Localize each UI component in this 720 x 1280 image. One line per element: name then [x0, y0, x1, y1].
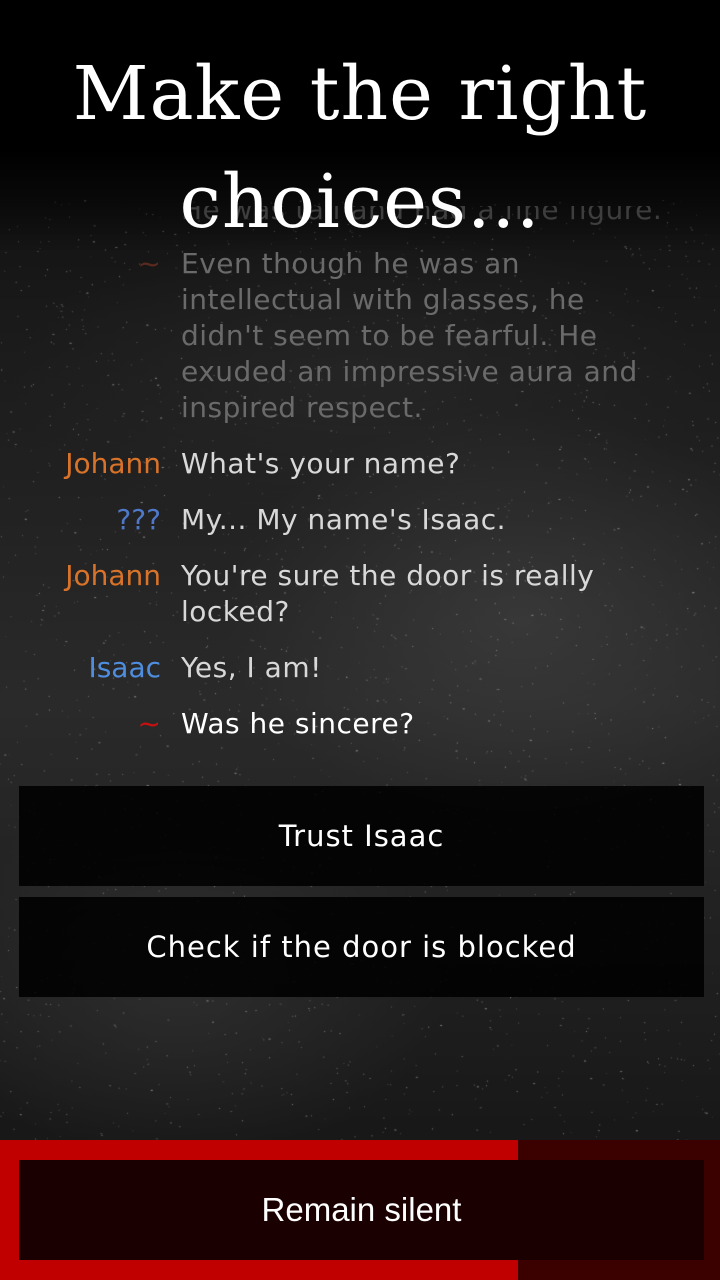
promo-headline: Make the right choices...	[0, 40, 720, 256]
speaker-name: ~	[137, 707, 161, 740]
dialogue-text: Was he sincere?	[181, 707, 415, 740]
dialogue-line: Johann You're sure the door is really loc…	[0, 558, 720, 630]
dialogue-text: You're sure the door is really locked?	[181, 559, 595, 628]
headline-line-1: Make the right	[72, 51, 648, 137]
choice-trust-isaac-button[interactable]: Trust Isaac	[19, 786, 704, 886]
dialogue-text: Yes, I am!	[181, 651, 322, 684]
speaker-name: Johann	[65, 447, 161, 480]
speaker-name: Johann	[65, 559, 161, 592]
speaker-name: Isaac	[88, 651, 161, 684]
choice-timer-bar: Remain silent	[0, 1140, 720, 1280]
dialogue-line: ??? My... My name's Isaac.	[0, 502, 720, 538]
remain-silent-button[interactable]: Remain silent	[19, 1160, 704, 1260]
dialogue-line: ~ Even though he was an intellectual with…	[0, 246, 720, 426]
dialogue-log: He was tall and had a fine figure. ~ Even …	[0, 206, 720, 762]
dialogue-text: What's your name?	[181, 447, 461, 480]
game-screen: He was tall and had a fine figure. ~ Even …	[0, 0, 720, 1280]
choice-check-door-button[interactable]: Check if the door is blocked	[19, 897, 704, 997]
speaker-name: ???	[116, 503, 161, 536]
dialogue-text: Even though he was an intellectual with …	[181, 247, 638, 424]
dialogue-line: Johann What's your name?	[0, 446, 720, 482]
dialogue-line: ~ Was he sincere?	[0, 706, 720, 742]
headline-line-2: choices...	[179, 159, 541, 245]
dialogue-line: Isaac Yes, I am!	[0, 650, 720, 686]
dialogue-text: My... My name's Isaac.	[181, 503, 507, 536]
